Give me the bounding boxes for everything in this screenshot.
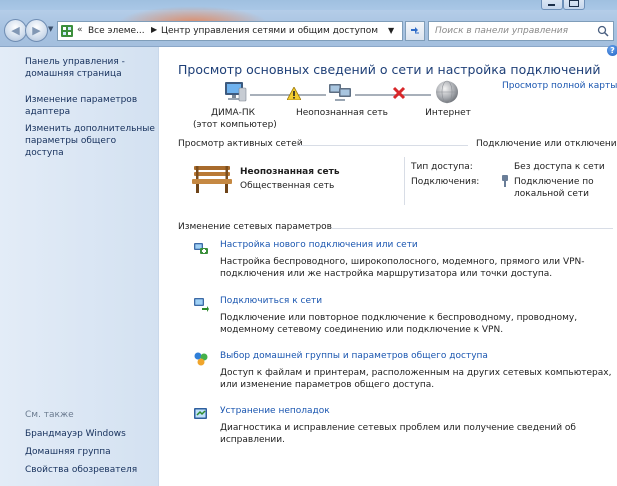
new-connection-icon[interactable]: [193, 240, 209, 256]
connections-key: Подключения:: [411, 177, 480, 187]
help-icon[interactable]: ?: [607, 45, 617, 56]
active-networks-divider: [296, 145, 468, 146]
task-connect-to-network-desc: Подключение или повторное подключение к …: [220, 313, 578, 335]
navigation-bar: ◀ ▶ ▼ « Все элеме... ▶ Центр управления …: [0, 6, 617, 47]
sidebar-adapter-settings-link[interactable]: Изменение параметров адаптера: [25, 94, 145, 118]
breadcrumb-current[interactable]: Центр управления сетями и общим доступом: [161, 26, 378, 36]
refresh-icon: [411, 27, 419, 34]
sidebar-homegroup-link[interactable]: Домашняя группа: [25, 446, 111, 458]
computer-icon[interactable]: [222, 80, 248, 104]
task-troubleshoot-desc: Диагностика и исправление сетевых пробле…: [220, 423, 576, 445]
internet-globe-icon[interactable]: [434, 79, 460, 105]
control-panel-icon: [61, 25, 73, 37]
lan-connection-link-line1[interactable]: Подключение по: [514, 177, 594, 187]
sidebar-internet-options-link[interactable]: Свойства обозревателя: [25, 464, 137, 476]
task-homegroup-link[interactable]: Выбор домашней группы и параметров общег…: [220, 351, 488, 361]
maximize-button[interactable]: [563, 0, 585, 10]
access-type-value: Без доступа к сети: [514, 162, 605, 172]
warning-icon[interactable]: [287, 87, 301, 100]
breadcrumb-separator-icon[interactable]: ▶: [151, 25, 157, 34]
computer-sub-label: (этот компьютер): [193, 120, 277, 130]
access-type-key: Тип доступа:: [411, 162, 473, 172]
address-bar[interactable]: « Все элеме... ▶ Центр управления сетями…: [57, 21, 403, 41]
sidebar-sharing-settings-link[interactable]: Изменить дополнительные параметры общего…: [25, 123, 155, 159]
active-network-divider: [404, 157, 405, 205]
active-network-name: Неопознанная сеть: [240, 167, 340, 177]
window-titlebar: [0, 0, 617, 10]
minimize-button[interactable]: [541, 0, 563, 10]
network-icon[interactable]: [327, 80, 353, 104]
sidebar-firewall-link[interactable]: Брандмауэр Windows: [25, 428, 126, 440]
see-also-label: См. также: [25, 410, 74, 420]
change-settings-heading: Изменение сетевых параметров: [178, 222, 332, 232]
task-new-connection-desc: Настройка беспроводного, широкополосного…: [220, 257, 585, 279]
connect-disconnect-link[interactable]: Подключение или отключение: [476, 139, 617, 149]
computer-name-label: ДИМА-ПК: [210, 108, 256, 118]
forward-button[interactable]: ▶: [25, 19, 48, 42]
breadcrumb-overflow-icon[interactable]: «: [77, 25, 83, 35]
public-network-bench-icon[interactable]: [192, 162, 232, 194]
sidebar-home-link[interactable]: Панель управления - домашняя страница: [25, 56, 150, 80]
network-label: Неопознанная сеть: [296, 108, 388, 118]
change-settings-divider: [331, 228, 613, 229]
address-dropdown-icon[interactable]: ▼: [388, 26, 394, 35]
search-input[interactable]: Поиск в панели управления: [428, 21, 614, 41]
recent-pages-dropdown-icon[interactable]: ▼: [48, 25, 53, 33]
full-map-link[interactable]: Просмотр полной карты: [502, 81, 617, 91]
lan-connection-link-line2[interactable]: локальной сети: [514, 189, 589, 199]
network-type-link[interactable]: Общественная сеть: [240, 181, 334, 191]
connect-to-network-icon[interactable]: [193, 296, 209, 312]
disconnected-x-icon[interactable]: [392, 86, 406, 100]
homegroup-icon[interactable]: [193, 351, 209, 367]
task-connect-to-network-link[interactable]: Подключиться к сети: [220, 296, 322, 306]
troubleshoot-icon[interactable]: [193, 406, 209, 422]
lan-connection-icon: [502, 175, 508, 187]
active-networks-heading: Просмотр активных сетей: [178, 139, 303, 149]
task-homegroup-desc: Доступ к файлам и принтерам, расположенн…: [220, 368, 612, 390]
task-troubleshoot-link[interactable]: Устранение неполадок: [220, 406, 330, 416]
page-title: Просмотр основных сведений о сети и наст…: [178, 62, 601, 77]
internet-label: Интернет: [425, 108, 471, 118]
search-icon[interactable]: [597, 25, 609, 37]
refresh-button[interactable]: [405, 21, 425, 41]
back-button[interactable]: ◀: [4, 19, 27, 42]
breadcrumb-all-items[interactable]: Все элеме...: [88, 26, 145, 36]
search-placeholder: Поиск в панели управления: [435, 26, 568, 36]
task-new-connection-link[interactable]: Настройка нового подключения или сети: [220, 240, 418, 250]
